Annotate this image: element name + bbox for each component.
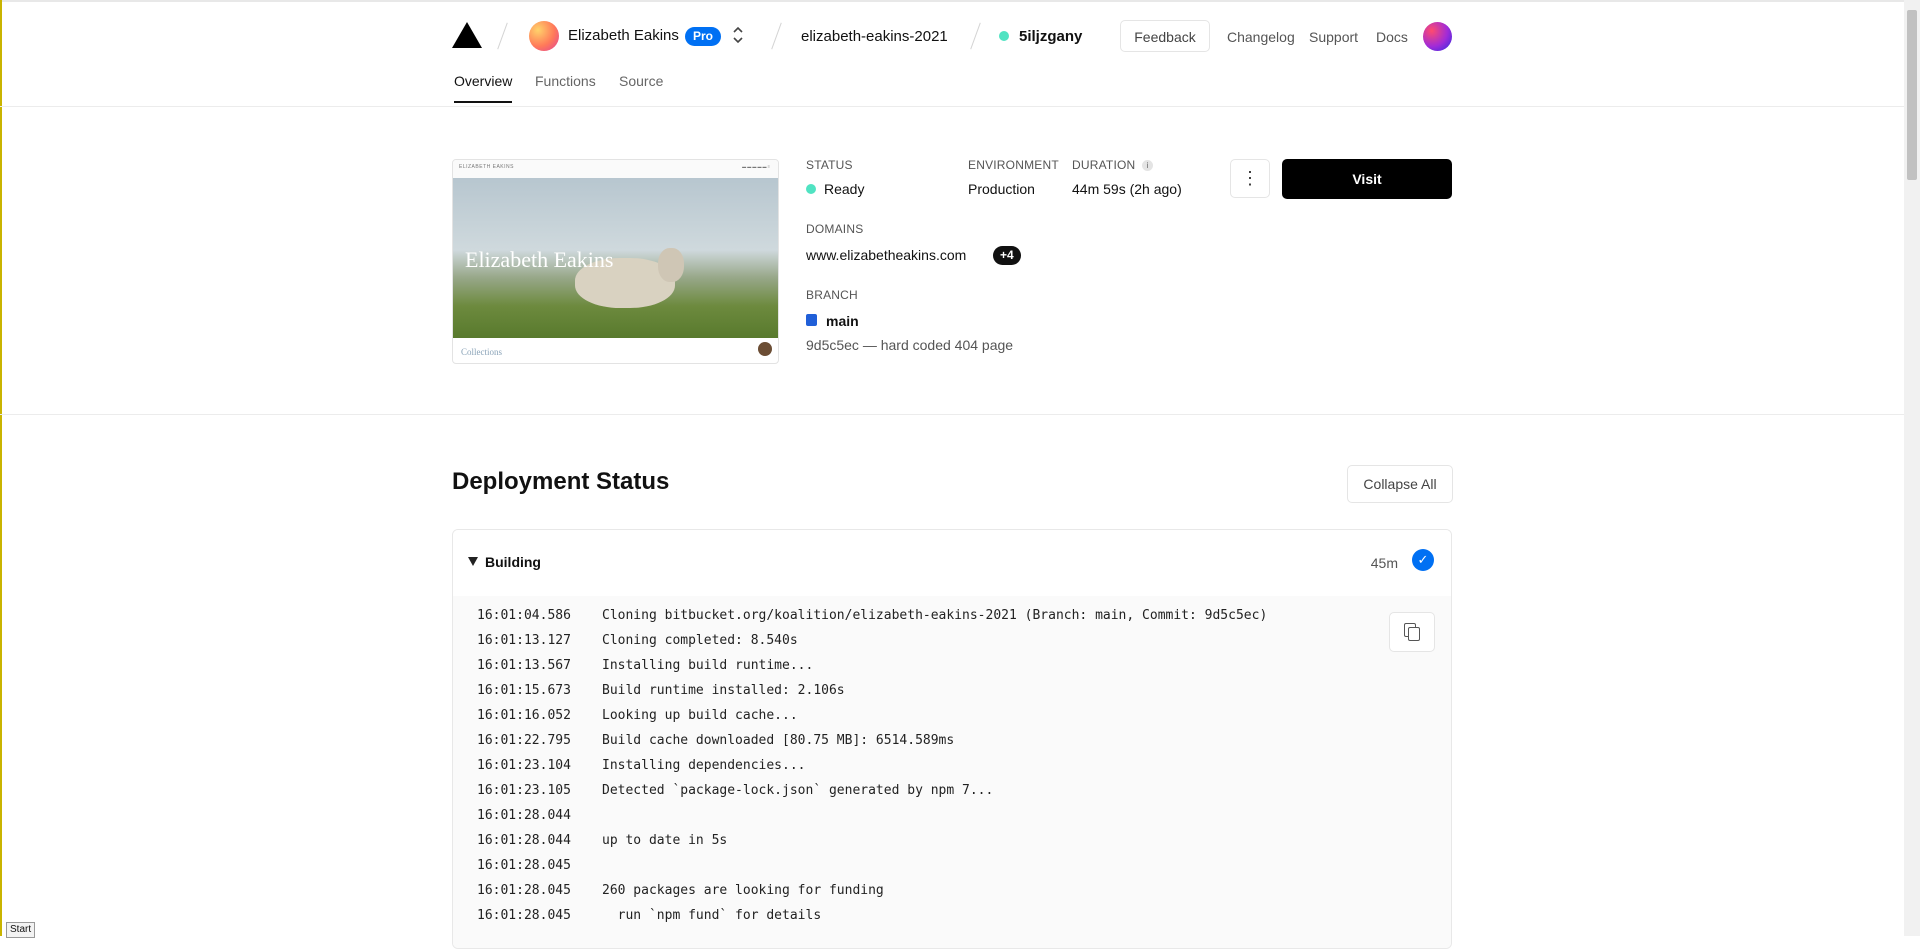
- environment-value: Production: [968, 181, 1035, 197]
- project-name[interactable]: elizabeth-eakins-2021: [801, 28, 948, 45]
- breadcrumb-separator: [970, 22, 981, 50]
- log-message: Cloning bitbucket.org/koalition/elizabet…: [602, 608, 1268, 623]
- copy-logs-button[interactable]: [1389, 612, 1435, 652]
- building-step-header[interactable]: Building 45m ✓: [453, 530, 1451, 597]
- sheep-head: [658, 248, 684, 282]
- log-timestamp: 16:01:23.104: [477, 758, 571, 773]
- log-message: up to date in 5s: [602, 833, 728, 848]
- deployment-status-title: Deployment Status: [452, 468, 670, 495]
- log-message: Installing build runtime...: [602, 658, 814, 673]
- deployment-status-dot: [999, 31, 1009, 41]
- user-avatar[interactable]: [1423, 22, 1452, 51]
- log-message: Detected `package-lock.json` generated b…: [602, 783, 994, 798]
- log-line: 16:01:28.044: [477, 808, 602, 833]
- more-domains-badge[interactable]: +4: [993, 246, 1021, 265]
- status-label: STATUS: [806, 158, 853, 172]
- branch-value[interactable]: main: [826, 313, 859, 329]
- preview-footer-text: Collections: [461, 347, 502, 357]
- log-message: Cloning completed: 8.540s: [602, 633, 798, 648]
- log-timestamp: 16:01:28.044: [477, 808, 571, 823]
- log-line: 16:01:16.052 Looking up build cache...: [477, 708, 798, 733]
- commit-info[interactable]: 9d5c5ec — hard coded 404 page: [806, 337, 1013, 353]
- log-line: 16:01:13.567 Installing build runtime...: [477, 658, 813, 683]
- tab-overview[interactable]: Overview: [454, 73, 513, 103]
- scrollbar-thumb[interactable]: [1907, 10, 1917, 180]
- build-duration: 45m: [1370, 555, 1398, 571]
- preview-site-links: ▬ ▬ ▬ ▬ ▬ ≡: [742, 164, 770, 169]
- plan-badge: Pro: [685, 27, 722, 46]
- preview-site-nav: ELIZABETH EAKINS ▬ ▬ ▬ ▬ ▬ ≡: [453, 160, 778, 178]
- breadcrumb-separator: [497, 22, 508, 50]
- preview-badge-icon: [758, 342, 772, 356]
- status-ready-dot: [806, 184, 816, 194]
- duration-value: 44m 59s (2h ago): [1072, 181, 1182, 197]
- feedback-button[interactable]: Feedback: [1120, 20, 1210, 52]
- triangle-down-icon[interactable]: [468, 557, 478, 566]
- log-line: 16:01:28.044 up to date in 5s: [477, 833, 727, 858]
- top-header: Elizabeth Eakins Pro elizabeth-eakins-20…: [0, 0, 1904, 107]
- log-timestamp: 16:01:13.127: [477, 633, 571, 648]
- status-value: Ready: [824, 181, 865, 197]
- domain-link[interactable]: www.elizabetheakins.com: [806, 247, 966, 263]
- log-timestamp: 16:01:22.795: [477, 733, 571, 748]
- build-log[interactable]: 16:01:04.586 Cloning bitbucket.org/koalit…: [453, 596, 1451, 948]
- tab-functions[interactable]: Functions: [535, 73, 596, 101]
- log-timestamp: 16:01:28.045: [477, 908, 571, 923]
- deployment-preview-thumbnail[interactable]: ELIZABETH EAKINS ▬ ▬ ▬ ▬ ▬ ≡ Elizabeth E…: [452, 159, 779, 364]
- preview-site-name: ELIZABETH EAKINS: [459, 164, 514, 170]
- log-line: 16:01:23.105 Detected `package-lock.json`…: [477, 783, 993, 808]
- domains-label: DOMAINS: [806, 222, 864, 236]
- check-icon: ✓: [1412, 549, 1434, 571]
- log-message: Installing dependencies...: [602, 758, 806, 773]
- tab-source[interactable]: Source: [619, 73, 663, 101]
- visit-button[interactable]: Visit: [1282, 159, 1452, 199]
- log-timestamp: 16:01:15.673: [477, 683, 571, 698]
- log-timestamp: 16:01:23.105: [477, 783, 571, 798]
- changelog-link[interactable]: Changelog: [1227, 29, 1295, 45]
- team-name[interactable]: Elizabeth Eakins: [568, 27, 679, 44]
- log-message: Looking up build cache...: [602, 708, 798, 723]
- breadcrumb-separator: [771, 22, 782, 50]
- bitbucket-icon: [806, 314, 817, 326]
- log-timestamp: 16:01:28.044: [477, 833, 571, 848]
- log-message: Build cache downloaded [80.75 MB]: 6514.…: [602, 733, 955, 748]
- building-step-card: Building 45m ✓ 16:01:04.586 Cloning bitbu…: [452, 529, 1452, 949]
- info-icon[interactable]: i: [1142, 160, 1153, 171]
- building-label: Building: [485, 554, 541, 570]
- log-timestamp: 16:01:16.052: [477, 708, 571, 723]
- log-timestamp: 16:01:28.045: [477, 883, 571, 898]
- chevron-updown-icon[interactable]: [732, 24, 744, 46]
- log-line: 16:01:13.127 Cloning completed: 8.540s: [477, 633, 798, 658]
- vercel-logo-icon[interactable]: [452, 22, 482, 48]
- log-line: 16:01:04.586 Cloning bitbucket.org/koalit…: [477, 608, 1267, 633]
- log-message: Build runtime installed: 2.106s: [602, 683, 845, 698]
- duration-label: DURATION: [1072, 158, 1136, 172]
- environment-label: ENVIRONMENT: [968, 158, 1059, 172]
- branch-label: BRANCH: [806, 288, 858, 302]
- log-message: run `npm fund` for details: [602, 908, 822, 923]
- log-line: 16:01:22.795 Build cache downloaded [80.7…: [477, 733, 954, 758]
- team-avatar[interactable]: [529, 21, 559, 51]
- log-timestamp: 16:01:04.586: [477, 608, 571, 623]
- vertical-scrollbar[interactable]: [1904, 0, 1920, 936]
- support-link[interactable]: Support: [1309, 29, 1358, 45]
- preview-hero-image: Elizabeth Eakins: [453, 178, 778, 338]
- log-timestamp: 16:01:13.567: [477, 658, 571, 673]
- log-line: 16:01:28.045 run `npm fund` for details: [477, 908, 821, 933]
- more-options-button[interactable]: ⋮: [1230, 159, 1270, 198]
- copy-icon-front: [1408, 627, 1420, 641]
- deployment-id[interactable]: 5iljzgany: [1019, 28, 1082, 45]
- collapse-all-button[interactable]: Collapse All: [1347, 465, 1453, 503]
- log-timestamp: 16:01:28.045: [477, 858, 571, 873]
- log-line: 16:01:15.673 Build runtime installed: 2.1…: [477, 683, 845, 708]
- log-message: 260 packages are looking for funding: [602, 883, 884, 898]
- log-line: 16:01:28.045: [477, 858, 602, 883]
- preview-hero-title: Elizabeth Eakins: [465, 247, 614, 272]
- docs-link[interactable]: Docs: [1376, 29, 1408, 45]
- log-line: 16:01:28.045 260 packages are looking for…: [477, 883, 884, 908]
- log-line: 16:01:23.104 Installing dependencies...: [477, 758, 806, 783]
